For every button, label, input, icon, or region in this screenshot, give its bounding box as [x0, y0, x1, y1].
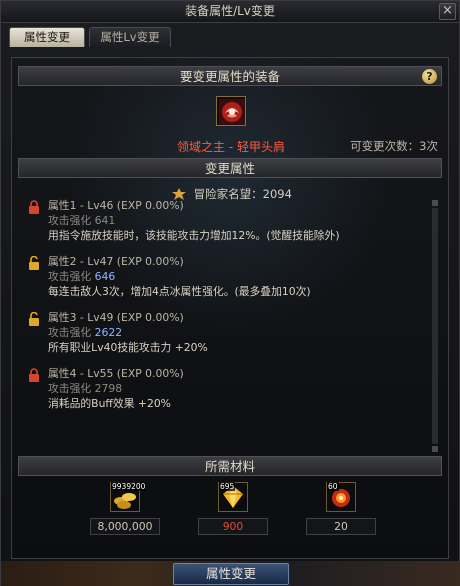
material-badge: 9939200 [111, 482, 147, 491]
attribute-stat: 攻击强化 2622 [48, 325, 122, 340]
tab-attribute-lv-change[interactable]: 属性Lv变更 [89, 27, 171, 47]
attribute-title: 属性2 - Lv47 (EXP 0.00%) [48, 255, 184, 268]
material-badge: 60 [327, 482, 339, 491]
adventurer-fame: 冒险家名望：2094 [172, 186, 292, 202]
attribute-effect: 用指令施放技能时，该技能攻击力增加12%。(觉醒技能除外) [48, 229, 340, 242]
stat-value: 646 [94, 270, 116, 283]
material-quantity: 20 [306, 518, 376, 535]
scroll-up-arrow[interactable] [432, 200, 438, 206]
materials-title: 所需材料 [204, 459, 255, 474]
attribute-effect: 消耗品的Buff效果 +20% [48, 397, 171, 410]
change-count: 可变更次数：3次 [350, 139, 438, 153]
stat-label: 攻击强化 [48, 214, 95, 227]
gem-crystal-icon: 695 [218, 482, 248, 512]
equipment-item-slot[interactable] [216, 96, 246, 126]
attribute-scrollbar[interactable] [432, 200, 438, 452]
lock-icon[interactable] [28, 200, 40, 214]
equipment-section-header: 要变更属性的装备 ? [18, 66, 442, 86]
equipment-attribute-window: 装备属性/Lv变更 × 属性变更 属性Lv变更 要变更属性的装备 ? 领域之主 … [0, 0, 460, 586]
attribute-stat: 攻击强化 2798 [48, 381, 122, 396]
material-quantity: 8,000,000 [90, 518, 160, 535]
lock-icon[interactable] [28, 368, 40, 382]
stat-label: 攻击强化 [48, 270, 95, 283]
attribute-title: 属性1 - Lv46 (EXP 0.00%) [48, 199, 184, 212]
window-title: 装备属性/Lv变更 [185, 4, 275, 18]
attribute-title: 属性4 - Lv55 (EXP 0.00%) [48, 367, 184, 380]
stat-label: 攻击强化 [48, 326, 95, 339]
main-panel: 要变更属性的装备 ? 领域之主 - 轻甲头肩 可变更次数：3次 变更属性 冒险家… [11, 57, 449, 559]
scroll-thumb[interactable] [432, 208, 438, 444]
unlock-icon[interactable] [28, 256, 40, 270]
change-attribute-title: 变更属性 [204, 161, 255, 176]
attribute-effect: 所有职业Lv40技能攻击力 +20% [48, 341, 208, 354]
shoulder-armor-icon [219, 99, 245, 125]
stat-value: 2622 [94, 326, 123, 339]
attribute-stat: 攻击强化 646 [48, 269, 115, 284]
attribute-change-button[interactable]: 属性变更 [173, 563, 289, 585]
window-titlebar[interactable]: 装备属性/Lv变更 × [1, 1, 459, 23]
stat-value: 641 [94, 214, 116, 227]
fire-orb-icon: 60 [326, 482, 356, 512]
gold-coins-icon: 9939200 [110, 482, 147, 512]
materials-header: 所需材料 [18, 456, 442, 476]
close-button[interactable]: × [439, 3, 456, 20]
equipment-section-title: 要变更属性的装备 [179, 69, 280, 84]
material-quantity: 900 [198, 518, 268, 535]
unlock-icon[interactable] [28, 312, 40, 326]
stat-value: 2798 [94, 382, 123, 395]
change-attribute-header: 变更属性 [18, 158, 442, 178]
material-badge: 695 [219, 482, 236, 491]
stat-label: 攻击强化 [48, 382, 95, 395]
scroll-down-arrow[interactable] [432, 446, 438, 452]
help-icon[interactable]: ? [422, 69, 437, 84]
attribute-effect: 每连击敌人3次，增加4点冰属性强化。(最多叠加10次) [48, 285, 311, 298]
tab-attribute-change[interactable]: 属性变更 [9, 27, 85, 47]
attribute-title: 属性3 - Lv49 (EXP 0.00%) [48, 311, 184, 324]
adventurer-fame-text: 冒险家名望：2094 [193, 187, 292, 201]
attribute-stat: 攻击强化 641 [48, 213, 115, 228]
